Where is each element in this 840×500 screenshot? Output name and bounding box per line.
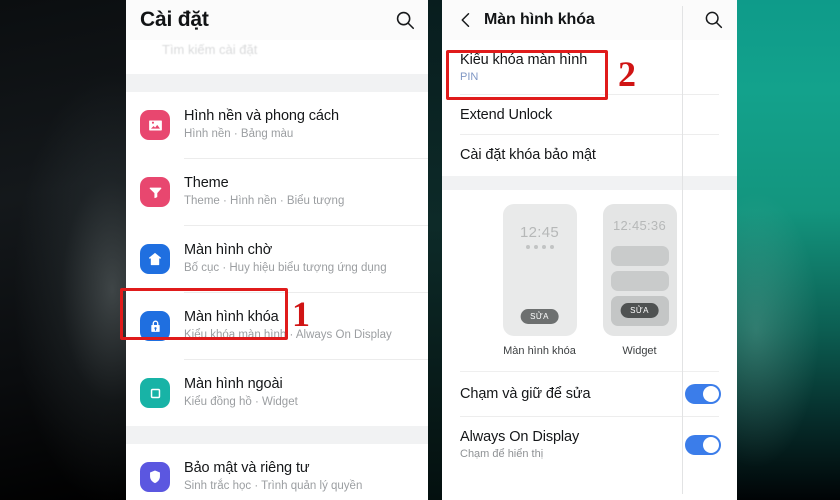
search-icon[interactable] — [703, 9, 725, 31]
extend-unlock-row[interactable]: Extend Unlock — [442, 95, 737, 134]
touch-and-hold-to-edit-row[interactable]: Chạm và giữ để sửa — [442, 372, 737, 416]
preview-widget[interactable]: 12:45:36 SỬA Widget — [602, 204, 677, 357]
touch-and-hold-toggle[interactable] — [685, 384, 721, 404]
chevron-left-icon[interactable] — [454, 8, 478, 32]
preview-label: Widget — [622, 345, 657, 357]
screen-lock-type-row[interactable]: Kiểu khóa màn hình PIN — [442, 40, 737, 94]
settings-item-security-privacy[interactable]: Bảo mật và riêng tư Sinh trắc học · Trìn… — [126, 444, 428, 500]
lock-screen-header: Màn hình khóa — [442, 0, 737, 40]
settings-list-group-2: Bảo mật và riêng tư Sinh trắc học · Trìn… — [126, 444, 428, 500]
settings-item-title: Hình nền và phong cách — [184, 108, 339, 125]
preview-clock: 12:45:36 — [612, 218, 666, 233]
preview-clock: 12:45 — [519, 224, 560, 241]
home-screen-icon — [140, 244, 170, 274]
search-icon[interactable] — [394, 9, 416, 31]
theme-icon — [140, 177, 170, 207]
settings-item-title: Bảo mật và riêng tư — [184, 460, 310, 477]
widget-placeholder-bar — [610, 271, 669, 291]
settings-item-subtitle: Bố cục · Huy hiệu biểu tượng ứng dụng — [184, 262, 387, 275]
always-on-display-row[interactable]: Always On Display Chạm để hiển thị — [442, 6, 737, 494]
preview-frame-lockscreen[interactable]: 12:45 SỬA — [502, 204, 577, 336]
section-gap — [126, 74, 428, 92]
wallpaper-left-background — [0, 0, 132, 500]
lock-screen-previews: 12:45 SỬA Màn hình khóa 12:45:36 SỬA Wid… — [442, 190, 737, 367]
widget-placeholder-bar — [610, 246, 669, 266]
settings-item-subtitle: Hình nền · Bảng màu — [184, 128, 294, 141]
lock-settings-group: Kiểu khóa màn hình PIN Extend Unlock Cài… — [442, 40, 737, 176]
section-gap — [126, 426, 428, 444]
settings-item-lock-screen[interactable]: Màn hình khóa Kiểu khóa màn hình · Alway… — [126, 293, 428, 359]
settings-item-subtitle: Sinh trắc học · Trình quản lý quyền — [184, 480, 363, 493]
settings-item-cover-screen[interactable]: Màn hình ngoài Kiểu đồng hồ · Widget — [126, 360, 428, 426]
settings-item-title: Màn hình khóa — [184, 309, 279, 326]
wallpaper-icon — [140, 110, 170, 140]
search-bar-partial[interactable]: Tìm kiếm cài đặt — [126, 40, 428, 74]
settings-item-title: Màn hình chờ — [184, 242, 273, 259]
preview-frame-widget[interactable]: 12:45:36 SỬA — [602, 204, 677, 336]
settings-item-home-screen[interactable]: Màn hình chờ Bố cục · Huy hiệu biểu tượn… — [126, 226, 428, 292]
annotation-number-2: 2 — [618, 54, 636, 94]
screenshot-stage: Cài đặt Tìm kiếm cài đặt Hình nền và pho… — [0, 0, 840, 500]
settings-list-group-1: Hình nền và phong cách Hình nền · Bảng m… — [126, 92, 428, 426]
cover-screen-icon — [140, 378, 170, 408]
secure-lock-settings-row[interactable]: Cài đặt khóa bảo mật — [442, 135, 737, 174]
preview-lockscreen[interactable]: 12:45 SỬA Màn hình khóa — [502, 204, 577, 357]
annotation-number-1: 1 — [292, 294, 310, 334]
settings-screen-panel: Cài đặt Tìm kiếm cài đặt Hình nền và pho… — [126, 0, 428, 500]
settings-item-title: Màn hình ngoài — [184, 376, 283, 393]
page-title: Cài đặt — [140, 8, 209, 31]
settings-item-wallpaper[interactable]: Hình nền và phong cách Hình nền · Bảng m… — [126, 92, 428, 158]
settings-item-subtitle: Kiểu đồng hồ · Widget — [184, 396, 298, 409]
settings-item-subtitle: Kiểu khóa màn hình · Always On Display — [184, 329, 392, 342]
settings-item-subtitle: Theme · Hình nền · Biểu tượng — [184, 195, 345, 208]
lock-screen-icon — [140, 311, 170, 341]
settings-item-title: Theme — [184, 175, 229, 192]
edit-button[interactable]: SỬA — [520, 308, 559, 324]
pin-dots-icon — [503, 245, 577, 249]
preview-label: Màn hình khóa — [503, 345, 576, 357]
page-title: Màn hình khóa — [484, 11, 595, 28]
search-placeholder-text: Tìm kiếm cài đặt — [162, 42, 258, 57]
row-title: Chạm và giữ để sửa — [460, 386, 591, 402]
row-subtitle: Chạm để hiển thị — [460, 448, 544, 460]
always-on-display-toggle[interactable] — [685, 434, 721, 455]
wallpaper-right-background — [735, 0, 840, 500]
lock-screen-settings-panel: Màn hình khóa Kiểu khóa màn hình PIN Ext… — [442, 0, 737, 500]
edit-button[interactable]: SỬA — [620, 302, 659, 318]
settings-header: Cài đặt — [126, 0, 428, 40]
section-gap — [442, 176, 737, 190]
vertical-separator — [682, 6, 683, 494]
security-shield-icon — [140, 462, 170, 492]
row-title: Always On Display — [460, 429, 580, 445]
settings-item-theme[interactable]: Theme Theme · Hình nền · Biểu tượng — [126, 159, 428, 225]
